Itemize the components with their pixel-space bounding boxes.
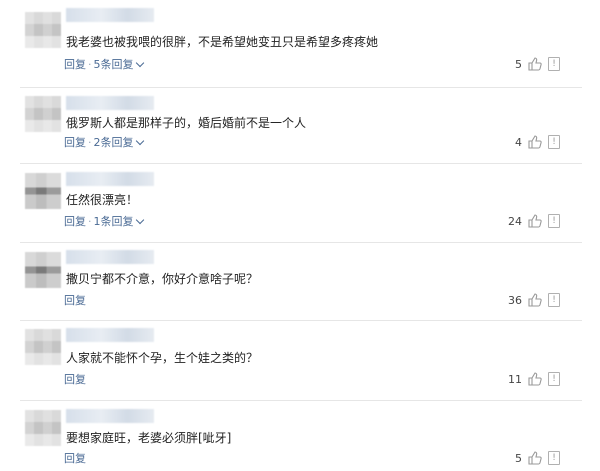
- report-icon[interactable]: !: [548, 372, 560, 386]
- like-count: 4: [515, 136, 522, 149]
- comment-actions: 回复: [64, 373, 86, 387]
- chevron-down-icon: [135, 136, 144, 146]
- username-blurred[interactable]: [66, 96, 154, 110]
- divider: [20, 242, 582, 243]
- report-icon[interactable]: !: [548, 135, 560, 149]
- comment-text: 撒贝宁都不介意，你好介意啥子呢？: [66, 272, 259, 286]
- replies-count-label: 5条回复: [93, 58, 134, 71]
- divider: [20, 320, 582, 321]
- chevron-down-icon: [135, 215, 144, 225]
- comment-text: 要想家庭旺，老婆必须胖[呲牙]: [66, 431, 232, 445]
- username-blurred[interactable]: [66, 328, 154, 342]
- like-count: 5: [515, 452, 522, 465]
- like-count: 24: [508, 215, 522, 228]
- reply-button[interactable]: 回复: [64, 294, 86, 307]
- avatar[interactable]: [25, 252, 61, 288]
- thumbs-up-icon[interactable]: [528, 451, 542, 465]
- avatar[interactable]: [25, 329, 61, 365]
- reply-button[interactable]: 回复: [64, 215, 86, 228]
- comment-list: 我老婆也被我喂的很胖，不是希望她变丑只是希望多疼疼她 回复 · 5条回复 5 ! 俄…: [0, 0, 600, 471]
- view-replies-button[interactable]: 2条回复: [93, 136, 144, 149]
- report-icon[interactable]: !: [548, 214, 560, 228]
- comment-text: 人家就不能怀个孕，生个娃之类的？: [66, 351, 259, 365]
- view-replies-button[interactable]: 1条回复: [93, 215, 144, 228]
- replies-count-label: 2条回复: [93, 136, 134, 149]
- divider: [20, 87, 582, 88]
- reply-button[interactable]: 回复: [64, 58, 86, 71]
- avatar[interactable]: [25, 12, 61, 48]
- comment-actions: 回复: [64, 294, 86, 308]
- reply-button[interactable]: 回复: [64, 452, 86, 465]
- replies-count-label: 1条回复: [93, 215, 134, 228]
- comment-actions: 回复 · 5条回复: [64, 58, 144, 72]
- separator: ·: [88, 215, 92, 228]
- username-blurred[interactable]: [66, 172, 154, 186]
- thumbs-up-icon[interactable]: [528, 372, 542, 386]
- comment-text: 我老婆也被我喂的很胖，不是希望她变丑只是希望多疼疼她: [66, 35, 379, 49]
- separator: ·: [88, 58, 92, 71]
- comment-text: 任然很漂亮！: [66, 193, 139, 207]
- like-count: 5: [515, 58, 522, 71]
- divider: [20, 163, 582, 164]
- thumbs-up-icon[interactable]: [528, 293, 542, 307]
- thumbs-up-icon[interactable]: [528, 57, 542, 71]
- thumbs-up-icon[interactable]: [528, 135, 542, 149]
- username-blurred[interactable]: [66, 250, 154, 264]
- reply-button[interactable]: 回复: [64, 136, 86, 149]
- report-icon[interactable]: !: [548, 57, 560, 71]
- thumbs-up-icon[interactable]: [528, 214, 542, 228]
- username-blurred[interactable]: [66, 8, 154, 22]
- username-blurred[interactable]: [66, 409, 154, 423]
- report-icon[interactable]: !: [548, 293, 560, 307]
- comment-text: 俄罗斯人都是那样子的，婚后婚前不是一个人: [66, 116, 307, 130]
- view-replies-button[interactable]: 5条回复: [93, 58, 144, 71]
- report-icon[interactable]: !: [548, 451, 560, 465]
- comment-actions: 回复 · 1条回复: [64, 215, 144, 229]
- avatar[interactable]: [25, 410, 61, 446]
- separator: ·: [88, 136, 92, 149]
- avatar[interactable]: [25, 173, 61, 209]
- divider: [20, 400, 582, 401]
- like-count: 11: [508, 373, 522, 386]
- avatar[interactable]: [25, 96, 61, 132]
- like-count: 36: [508, 294, 522, 307]
- reply-button[interactable]: 回复: [64, 373, 86, 386]
- comment-actions: 回复 · 2条回复: [64, 136, 144, 150]
- chevron-down-icon: [135, 58, 144, 68]
- comment-actions: 回复: [64, 452, 86, 466]
